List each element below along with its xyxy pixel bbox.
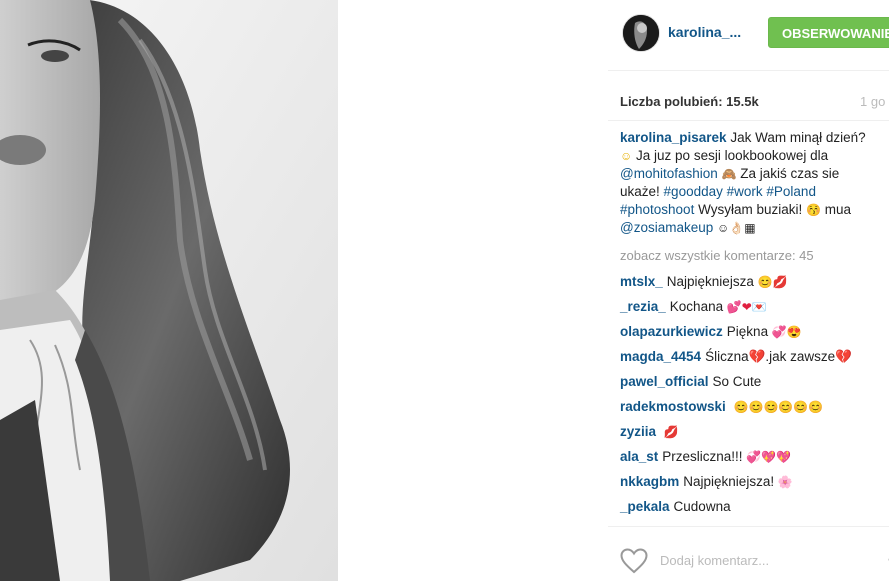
comment-username[interactable]: radekmostowski: [620, 399, 726, 414]
comment-text: Śliczna💔.jak zawsze💔: [705, 349, 852, 364]
hashtag-link[interactable]: #goodday: [664, 184, 723, 199]
comment: radekmostowski 😊😊😊😊😊😊: [620, 399, 823, 414]
mention-link[interactable]: @mohitofashion: [620, 166, 718, 181]
caption-text: Wysyłam buziaki!: [698, 202, 803, 217]
avatar[interactable]: [622, 14, 660, 52]
comment: _rezia_ Kochana 💕❤💌: [620, 299, 767, 314]
post-header: karolina_... OBSERWOWANIE: [338, 0, 889, 70]
comment-username[interactable]: ala_st: [620, 449, 658, 464]
heart-outline-icon[interactable]: [620, 548, 648, 574]
comment-emoji: 💕❤💌: [726, 300, 767, 314]
comment: mtslx_ Najpiękniejsza 😊💋: [620, 274, 787, 289]
comment-text: So Cute: [712, 374, 762, 389]
post-photo: [0, 0, 338, 581]
comment-emoji: 🌸: [777, 475, 793, 489]
comment-username[interactable]: zyziia: [620, 424, 656, 439]
comment: pawel_official So Cute: [620, 374, 761, 389]
hashtag-link[interactable]: #work: [727, 184, 763, 199]
comment-username[interactable]: magda_4454: [620, 349, 701, 364]
add-comment-input[interactable]: [660, 553, 860, 568]
comment-text: Kochana: [669, 299, 724, 314]
caption-text: Za jakiś czas sie: [740, 166, 840, 181]
header-divider: [608, 70, 889, 71]
post-time[interactable]: 1 go: [860, 94, 885, 109]
comment-emoji: 💞😍: [771, 325, 802, 339]
comment-text: Najpiękniejsza!: [683, 474, 775, 489]
comment: olapazurkiewicz Piękna 💞😍: [620, 324, 802, 339]
comment-emoji: 😊💋: [757, 275, 788, 289]
emoji-group: ☺👌🏻▦: [717, 221, 756, 235]
comment: _pekala Cudowna: [620, 499, 731, 514]
comment-emoji: 😊😊😊😊😊😊: [733, 400, 824, 414]
follow-button[interactable]: OBSERWOWANIE: [768, 17, 889, 48]
smile-emoji: ☺: [620, 149, 633, 163]
post-details-panel: karolina_... OBSERWOWANIE Liczba polubie…: [338, 0, 889, 582]
add-comment-bar: •••: [608, 526, 889, 582]
comment-emoji: 💞💖💖: [746, 450, 792, 464]
caption-username[interactable]: karolina_pisarek: [620, 130, 727, 145]
comment-text: Piękna: [726, 324, 769, 339]
view-all-comments-link[interactable]: zobacz wszystkie komentarze: 45: [620, 248, 814, 263]
monkey-emoji: 🙈: [721, 167, 737, 181]
comment-username[interactable]: olapazurkiewicz: [620, 324, 723, 339]
caption-text: mua: [824, 202, 851, 217]
comment: nkkagbm Najpiękniejsza! 🌸: [620, 474, 793, 489]
comment-username[interactable]: pawel_official: [620, 374, 709, 389]
mention-link[interactable]: @zosiamakeup: [620, 220, 713, 235]
caption-text: Ja juz po sesji lookbookowej dla: [636, 148, 829, 163]
comment: ala_st Przesliczna!!! 💞💖💖: [620, 449, 791, 464]
caption-text: ukaże!: [620, 184, 660, 199]
post-username[interactable]: karolina_...: [668, 24, 741, 40]
kiss-emoji: 😚: [806, 203, 821, 217]
comment-text: Przesliczna!!!: [662, 449, 743, 464]
likes-count[interactable]: Liczba polubień: 15.5k: [620, 94, 759, 109]
comment: zyziia 💋: [620, 424, 679, 439]
likes-divider: [608, 120, 889, 121]
hashtag-link[interactable]: #Poland: [766, 184, 816, 199]
comment-username[interactable]: _rezia_: [620, 299, 666, 314]
comment-username[interactable]: _pekala: [620, 499, 670, 514]
comment-username[interactable]: nkkagbm: [620, 474, 679, 489]
caption-text: Jak Wam minął dzień?: [730, 130, 866, 145]
comment-emoji: 💋: [663, 425, 679, 439]
hashtag-link[interactable]: #photoshoot: [620, 202, 694, 217]
comment-text: Cudowna: [673, 499, 731, 514]
comment-username[interactable]: mtslx_: [620, 274, 663, 289]
comment-text: Najpiękniejsza: [666, 274, 754, 289]
comment: magda_4454 Śliczna💔.jak zawsze💔: [620, 349, 852, 365]
post-caption: karolina_pisarek Jak Wam minął dzień? ☺ …: [620, 129, 889, 237]
